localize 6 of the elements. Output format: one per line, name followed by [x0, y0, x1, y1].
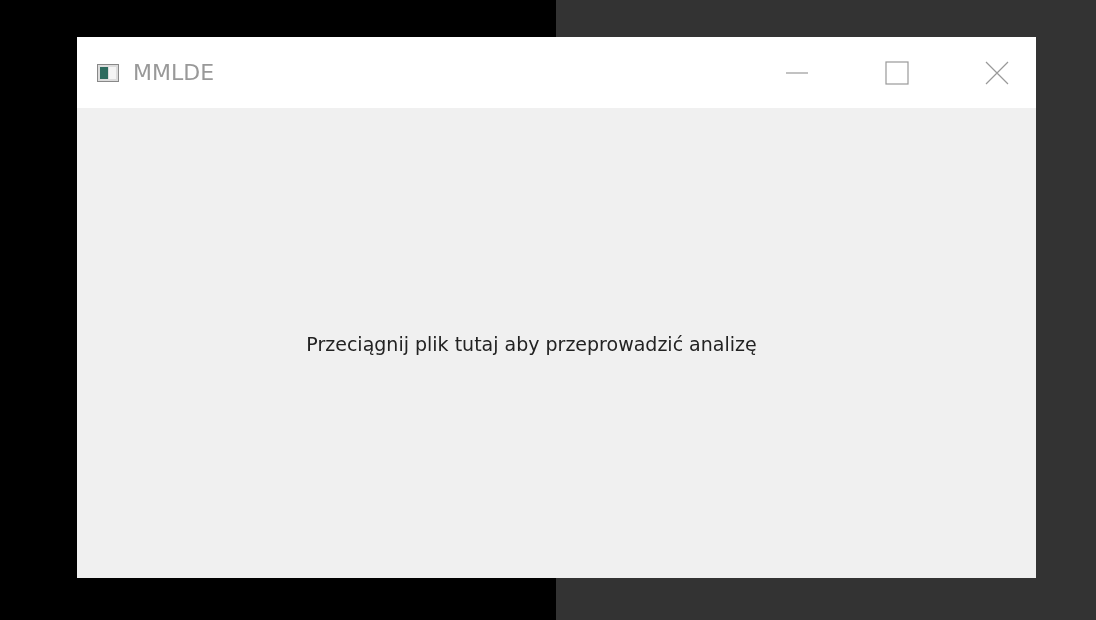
window-title: MMLDE [133, 60, 215, 85]
close-icon [985, 60, 1009, 85]
minimize-icon [785, 71, 809, 74]
drop-hint: Przeciągnij plik tutaj aby przeprowadzić analizę [306, 333, 757, 355]
app-icon [97, 63, 119, 82]
maximize-icon [885, 60, 909, 85]
